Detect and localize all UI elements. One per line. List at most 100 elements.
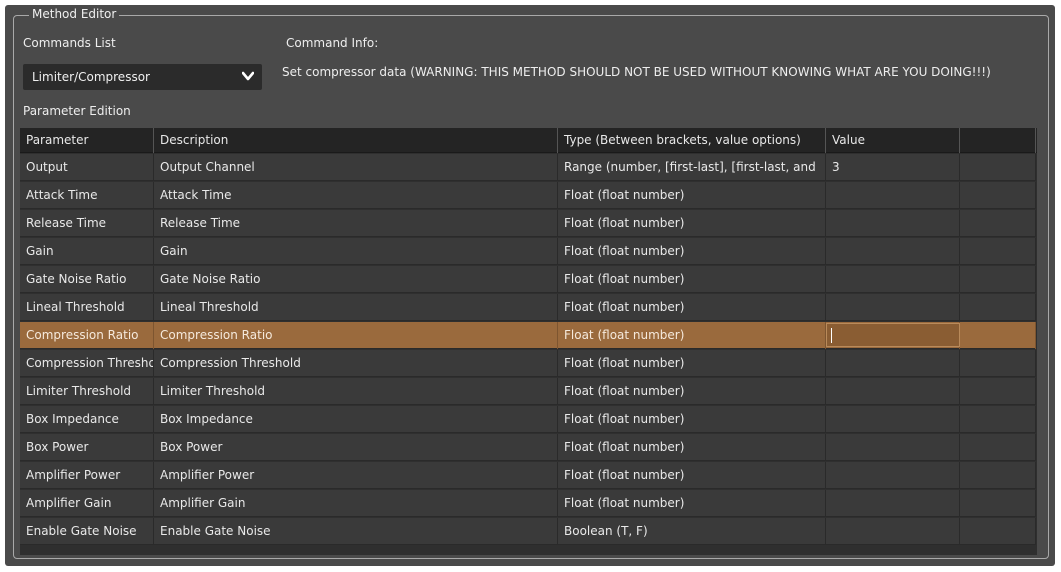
cell-filler: [960, 266, 1036, 293]
cell-type: Float (float number): [558, 322, 826, 349]
table-row[interactable]: Box Power Box Power Float (float number): [20, 434, 1036, 461]
cell-type: Float (float number): [558, 350, 826, 377]
cell-type: Float (float number): [558, 238, 826, 265]
cell-parameter: Compression Ratio: [20, 322, 154, 349]
cell-value[interactable]: [826, 378, 960, 405]
cell-type: Float (float number): [558, 378, 826, 405]
cell-type: Float (float number): [558, 462, 826, 489]
cell-filler: [960, 490, 1036, 517]
cell-type: Float (float number): [558, 266, 826, 293]
cell-value[interactable]: [826, 266, 960, 293]
cell-parameter: Output: [20, 154, 154, 181]
cell-parameter: Attack Time: [20, 182, 154, 209]
table-row[interactable]: Compression Ratio Compression Ratio Float …: [20, 322, 1036, 349]
cell-filler: [960, 154, 1036, 181]
parameter-edition-label: Parameter Edition: [23, 104, 131, 118]
table-row[interactable]: Release Time Release Time Float (float num…: [20, 210, 1036, 237]
cell-parameter: Amplifier Power: [20, 462, 154, 489]
cell-parameter: Amplifier Gain: [20, 490, 154, 517]
command-info-text: Set compressor data (WARNING: THIS METHO…: [282, 65, 991, 79]
table-row[interactable]: Gate Noise Ratio Gate Noise Ratio Float (f…: [20, 266, 1036, 293]
command-info-label: Command Info:: [286, 36, 379, 50]
column-header-type[interactable]: Type (Between brackets, value options): [558, 128, 826, 153]
cell-type: Float (float number): [558, 182, 826, 209]
table-row[interactable]: Amplifier Gain Amplifier Gain Float (float…: [20, 490, 1036, 517]
table-row[interactable]: Attack Time Attack Time Float (float numbe…: [20, 182, 1036, 209]
cell-value[interactable]: [826, 210, 960, 237]
cell-parameter: Enable Gate Noise: [20, 518, 154, 545]
column-header-description[interactable]: Description: [154, 128, 558, 153]
cell-value[interactable]: [826, 182, 960, 209]
cell-type: Float (float number): [558, 434, 826, 461]
cell-value[interactable]: [826, 518, 960, 545]
text-caret: [831, 328, 832, 343]
cell-value[interactable]: [826, 462, 960, 489]
cell-filler: [960, 294, 1036, 321]
table-row[interactable]: Amplifier Power Amplifier Power Float (flo…: [20, 462, 1036, 489]
cell-description: Compression Threshold: [154, 350, 558, 377]
cell-parameter: Limiter Threshold: [20, 378, 154, 405]
cell-parameter: Box Impedance: [20, 406, 154, 433]
cell-description: Gate Noise Ratio: [154, 266, 558, 293]
cell-description: Attack Time: [154, 182, 558, 209]
cell-description: Release Time: [154, 210, 558, 237]
value-edit-field[interactable]: [826, 323, 960, 347]
column-header-value[interactable]: Value: [826, 128, 960, 153]
cell-type: Float (float number): [558, 406, 826, 433]
cell-filler: [960, 322, 1036, 349]
cell-filler: [960, 406, 1036, 433]
grid-header: Parameter Description Type (Between brac…: [20, 128, 1037, 153]
cell-description: Amplifier Power: [154, 462, 558, 489]
cell-filler: [960, 518, 1036, 545]
method-editor-window: Method Editor Commands List Command Info…: [5, 5, 1055, 566]
cell-description: Amplifier Gain: [154, 490, 558, 517]
cell-filler: [960, 462, 1036, 489]
cell-description: Lineal Threshold: [154, 294, 558, 321]
cell-value[interactable]: [826, 350, 960, 377]
column-header-filler: [960, 128, 1036, 153]
cell-description: Enable Gate Noise: [154, 518, 558, 545]
cell-type: Float (float number): [558, 210, 826, 237]
cell-value[interactable]: [826, 434, 960, 461]
cell-description: Compression Ratio: [154, 322, 558, 349]
cell-value[interactable]: [826, 406, 960, 433]
table-row[interactable]: Box Impedance Box Impedance Float (float n…: [20, 406, 1036, 433]
cell-filler: [960, 350, 1036, 377]
cell-filler: [960, 210, 1036, 237]
cell-parameter: Gate Noise Ratio: [20, 266, 154, 293]
cell-parameter: Gain: [20, 238, 154, 265]
cell-value[interactable]: [826, 294, 960, 321]
chevron-down-icon: [242, 71, 254, 81]
cell-type: Float (float number): [558, 490, 826, 517]
cell-parameter: Lineal Threshold: [20, 294, 154, 321]
table-row[interactable]: Gain Gain Float (float number): [20, 238, 1036, 265]
commands-list-selected-value: Limiter/Compressor: [32, 70, 150, 84]
cell-description: Output Channel: [154, 154, 558, 181]
cell-description: Box Impedance: [154, 406, 558, 433]
cell-filler: [960, 182, 1036, 209]
cell-parameter: Release Time: [20, 210, 154, 237]
cell-value[interactable]: [826, 490, 960, 517]
commands-list-combobox[interactable]: Limiter/Compressor: [23, 64, 262, 90]
cell-parameter: Compression Threshold: [20, 350, 154, 377]
table-row[interactable]: Lineal Threshold Lineal Threshold Float (f…: [20, 294, 1036, 321]
cell-filler: [960, 238, 1036, 265]
cell-type: Boolean (T, F): [558, 518, 826, 545]
cell-filler: [960, 378, 1036, 405]
vertical-scrollbar[interactable]: [1036, 153, 1037, 555]
table-row[interactable]: Compression Threshold Compression Thresho…: [20, 350, 1036, 377]
cell-description: Gain: [154, 238, 558, 265]
table-row[interactable]: Limiter Threshold Limiter Threshold Float …: [20, 378, 1036, 405]
table-row[interactable]: Output Output Channel Range (number, [firs…: [20, 154, 1036, 181]
cell-parameter: Box Power: [20, 434, 154, 461]
cell-description: Box Power: [154, 434, 558, 461]
commands-list-label: Commands List: [23, 36, 116, 50]
groupbox-title: Method Editor: [29, 7, 120, 21]
table-row[interactable]: Enable Gate Noise Enable Gate Noise Boolea…: [20, 518, 1036, 545]
cell-type: Float (float number): [558, 294, 826, 321]
cell-description: Limiter Threshold: [154, 378, 558, 405]
parameter-grid: Parameter Description Type (Between brac…: [20, 128, 1037, 555]
column-header-parameter[interactable]: Parameter: [20, 128, 154, 153]
cell-value[interactable]: 3: [826, 154, 960, 181]
cell-value[interactable]: [826, 238, 960, 265]
